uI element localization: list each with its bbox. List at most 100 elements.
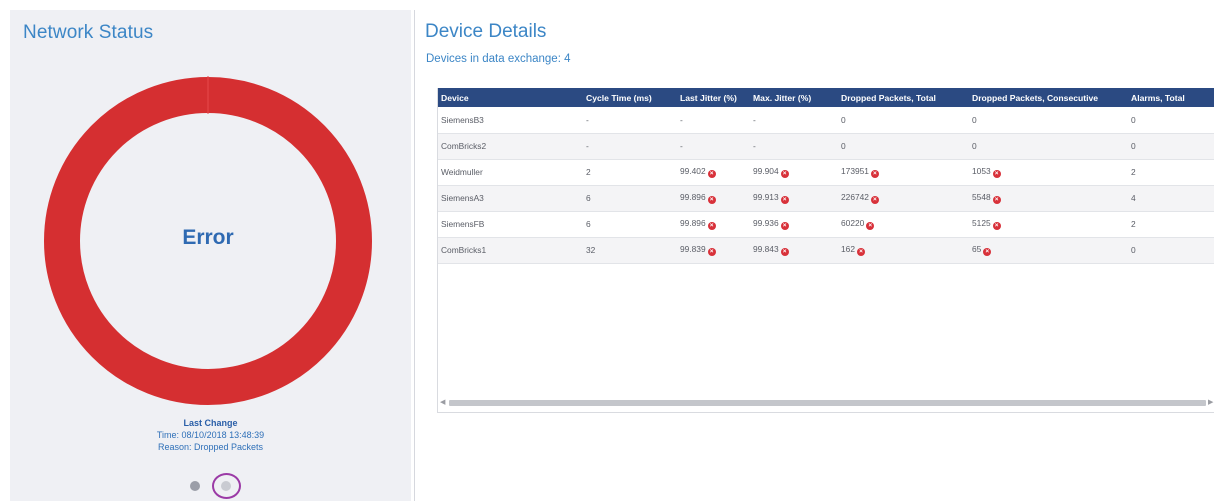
cell-last-jitter: - bbox=[677, 107, 750, 134]
cell-cycle: 2 bbox=[583, 159, 677, 186]
last-change-time: Time: 08/10/2018 13:48:39 bbox=[156, 430, 265, 440]
cell-value: 32 bbox=[586, 245, 596, 255]
column-header-cycle-time[interactable]: Cycle Time (ms) bbox=[583, 88, 677, 107]
cell-last-jitter: 99.896 × bbox=[677, 211, 750, 238]
network-status-panel: Network Status Error Last Change Time: 0… bbox=[10, 10, 411, 501]
table-row[interactable]: SiemensFB 6 99.896 × 99.936 × 60220 × 5125 × 2 bbox=[438, 211, 1214, 238]
cell-max-jitter: 99.936 × bbox=[750, 211, 838, 238]
error-x-icon: × bbox=[983, 248, 992, 256]
error-x-icon: × bbox=[780, 222, 789, 230]
cell-value: 0 bbox=[841, 114, 846, 125]
error-x-icon: × bbox=[707, 170, 716, 178]
cell-value: 99.904 bbox=[753, 166, 779, 176]
cell-value: 0 bbox=[1131, 141, 1136, 151]
scroll-right-arrow-icon[interactable]: ▶ bbox=[1208, 398, 1213, 408]
cell-dropped-consec: 65 × bbox=[969, 237, 1128, 264]
cell-value: 60220 bbox=[841, 218, 865, 228]
table-row[interactable]: SiemensA3 6 99.896 × 99.913 × 226742 × 5548 × 4 bbox=[438, 185, 1214, 212]
last-change-reason: Reason: Dropped Packets bbox=[157, 442, 264, 452]
cell-last-jitter: 99.896 × bbox=[677, 185, 750, 212]
cell-value: 226742 bbox=[841, 192, 869, 202]
cell-dropped-total: 162 × bbox=[838, 237, 969, 264]
cell-value: SiemensB3 bbox=[441, 114, 484, 125]
column-header-dropped-total[interactable]: Dropped Packets, Total bbox=[838, 88, 969, 107]
cell-dropped-consec: 5125 × bbox=[969, 211, 1128, 238]
cell-value: SiemensFB bbox=[441, 219, 485, 229]
error-x-icon: × bbox=[780, 196, 789, 204]
cell-alarms: 2 bbox=[1128, 211, 1214, 238]
table-row[interactable]: ComBricks2 - - - 0 0 0 bbox=[438, 133, 1214, 160]
column-header-last-jitter[interactable]: Last Jitter (%) bbox=[677, 88, 750, 107]
cell-max-jitter: 99.913 × bbox=[750, 185, 838, 212]
error-x-icon: × bbox=[866, 222, 875, 230]
cell-cycle: - bbox=[583, 107, 677, 134]
scrollbar-thumb[interactable] bbox=[449, 400, 1206, 406]
cell-device: ComBricks2 bbox=[438, 133, 583, 160]
cell-value: 5125 bbox=[972, 218, 991, 228]
cell-value: 4 bbox=[1131, 193, 1136, 203]
cell-dropped-total: 0 bbox=[838, 133, 969, 160]
cell-value: 1053 bbox=[972, 166, 991, 176]
cell-value: 2 bbox=[1131, 167, 1136, 177]
cell-cycle: 32 bbox=[583, 237, 677, 264]
error-x-icon: × bbox=[780, 248, 789, 256]
device-details-title: Device Details bbox=[425, 21, 547, 42]
last-change-title: Last Change bbox=[183, 418, 238, 428]
table-row[interactable]: SiemensB3 - - - 0 0 0 bbox=[438, 107, 1214, 134]
column-header-device[interactable]: Device bbox=[438, 88, 583, 107]
cell-value: 5548 bbox=[972, 192, 991, 202]
cell-cycle: - bbox=[583, 133, 677, 160]
cell-value: - bbox=[753, 141, 756, 151]
horizontal-scrollbar[interactable]: ◀ ▶ bbox=[437, 398, 1214, 408]
cell-value: 65 bbox=[972, 244, 982, 254]
cell-value: 99.913 bbox=[753, 192, 779, 202]
cell-value: SiemensA3 bbox=[441, 193, 484, 203]
cell-value: - bbox=[586, 114, 589, 125]
cell-dropped-consec: 5548 × bbox=[969, 185, 1128, 212]
error-x-icon: × bbox=[856, 248, 865, 256]
cell-alarms: 2 bbox=[1128, 159, 1214, 186]
cell-device: ComBricks1 bbox=[438, 237, 583, 264]
cell-device: Weidmuller bbox=[438, 159, 583, 186]
cell-value: 2 bbox=[1131, 219, 1136, 229]
cell-value: 0 bbox=[1131, 245, 1136, 255]
column-header-dropped-consecutive[interactable]: Dropped Packets, Consecutive bbox=[969, 88, 1128, 107]
error-x-icon: × bbox=[707, 196, 716, 204]
cell-dropped-total: 60220 × bbox=[838, 211, 969, 238]
cell-last-jitter: 99.402 × bbox=[677, 159, 750, 186]
table-row[interactable]: ComBricks1 32 99.839 × 99.843 × 162 × 65 × 0 bbox=[438, 237, 1214, 264]
cell-device: SiemensFB bbox=[438, 211, 583, 238]
device-table: Device Cycle Time (ms) Last Jitter (%) M… bbox=[438, 88, 1214, 264]
cell-last-jitter: - bbox=[677, 133, 750, 160]
cell-value: 0 bbox=[972, 141, 977, 151]
cell-alarms: 0 bbox=[1128, 107, 1214, 134]
cell-value: 99.402 bbox=[680, 166, 706, 176]
cell-max-jitter: 99.843 × bbox=[750, 237, 838, 264]
cell-value: 173951 bbox=[841, 166, 869, 176]
scroll-left-arrow-icon[interactable]: ◀ bbox=[440, 398, 445, 408]
page-dot-1[interactable] bbox=[190, 481, 200, 491]
error-x-icon: × bbox=[870, 196, 879, 204]
cell-value: 99.843 bbox=[753, 244, 779, 254]
cell-value: 99.896 bbox=[680, 218, 706, 228]
cell-alarms: 4 bbox=[1128, 185, 1214, 212]
cell-cycle: 6 bbox=[583, 211, 677, 238]
network-status-title: Network Status bbox=[23, 22, 154, 43]
cell-value: Weidmuller bbox=[441, 167, 483, 177]
cell-value: ComBricks2 bbox=[441, 141, 487, 151]
error-x-icon: × bbox=[780, 170, 789, 178]
column-header-max-jitter[interactable]: Max. Jitter (%) bbox=[750, 88, 838, 107]
cell-device: SiemensB3 bbox=[438, 107, 583, 134]
cell-last-jitter: 99.839 × bbox=[677, 237, 750, 264]
cell-value: 2 bbox=[586, 167, 591, 177]
column-header-alarms-total[interactable]: Alarms, Total bbox=[1128, 88, 1214, 107]
table-row[interactable]: Weidmuller 2 99.402 × 99.904 × 173951 × 1053 × 2 bbox=[438, 159, 1214, 186]
table-header-row: Device Cycle Time (ms) Last Jitter (%) M… bbox=[438, 88, 1214, 107]
cell-value: 6 bbox=[586, 193, 591, 203]
cell-dropped-total: 226742 × bbox=[838, 185, 969, 212]
cell-value: 0 bbox=[1131, 114, 1136, 125]
last-change-block: Last Change Time: 08/10/2018 13:48:39 Re… bbox=[10, 417, 411, 453]
device-table-container: Device Cycle Time (ms) Last Jitter (%) M… bbox=[437, 88, 1214, 413]
cell-alarms: 0 bbox=[1128, 133, 1214, 160]
cell-cycle: 6 bbox=[583, 185, 677, 212]
